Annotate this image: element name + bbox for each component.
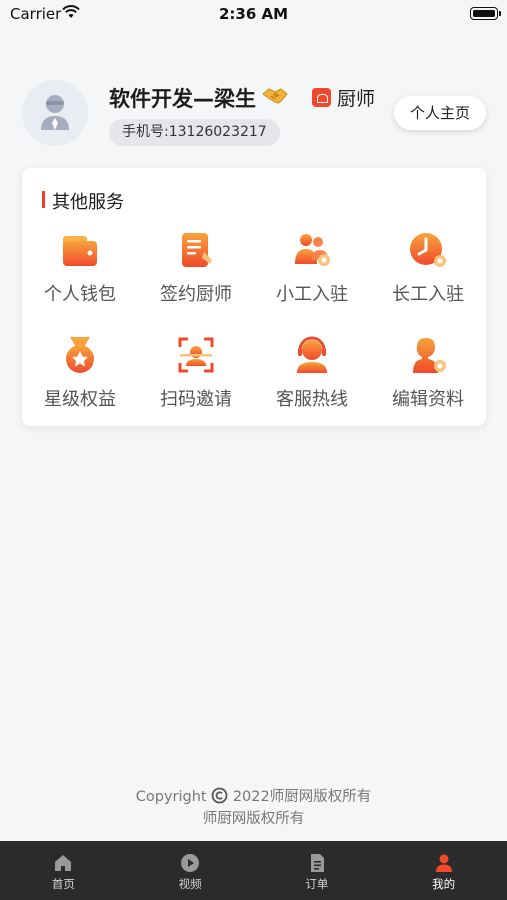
- service-label: 扫码邀请: [160, 389, 232, 410]
- service-longterm-join[interactable]: 长工入驻: [370, 230, 486, 306]
- service-label: 个人钱包: [44, 284, 116, 305]
- medal-icon: [66, 337, 94, 373]
- chef-badge-icon: [312, 88, 331, 107]
- tab-bar: 首页 视频 订单 我的: [0, 841, 507, 900]
- user-name: 软件开发—梁生: [109, 87, 256, 111]
- tab-label: 视频: [178, 877, 202, 891]
- avatar[interactable]: [22, 80, 88, 146]
- group-icon: [295, 234, 330, 266]
- clock-icon: [410, 233, 446, 267]
- service-label: 客服热线: [276, 389, 348, 410]
- default-avatar-icon: [41, 95, 69, 130]
- person-icon: [435, 854, 452, 872]
- copyright-icon: [211, 787, 228, 804]
- status-bar: Carrier 2:36 AM: [0, 0, 507, 30]
- tab-home[interactable]: 首页: [0, 841, 127, 900]
- phone-number: 手机号:13126023217: [109, 119, 280, 146]
- service-star-benefits[interactable]: 星级权益: [22, 335, 138, 411]
- copyright-text: 2022师厨网版权所有: [232, 789, 372, 805]
- tab-mine[interactable]: 我的: [380, 841, 507, 900]
- role-badge: 厨师: [312, 84, 375, 111]
- service-label: 星级权益: [44, 389, 116, 410]
- tab-orders[interactable]: 订单: [254, 841, 381, 900]
- copyright-prefix: Copyright: [135, 789, 207, 805]
- service-edit-profile[interactable]: 编辑资料: [370, 335, 486, 411]
- copyright-owner: 师厨网版权所有: [202, 811, 305, 827]
- section-title: 其他服务: [42, 188, 124, 214]
- service-helper-join[interactable]: 小工入驻: [254, 230, 370, 306]
- service-label: 签约厨师: [160, 284, 232, 305]
- service-label: 编辑资料: [392, 389, 464, 410]
- services-card: 其他服务 个人钱包 签约厨师 小工入驻 长工入驻 星级权益 扫码邀请 客服热线 …: [22, 168, 486, 426]
- home-icon: [55, 855, 72, 871]
- battery-icon: [470, 7, 501, 20]
- service-label: 长工入驻: [392, 284, 464, 305]
- personal-homepage-button[interactable]: 个人主页: [394, 96, 486, 130]
- service-sign-chef[interactable]: 签约厨师: [138, 230, 254, 306]
- contract-icon: [182, 233, 212, 267]
- copyright-line: Copyright 2022师厨网版权所有: [0, 785, 507, 806]
- role-label: 厨师: [337, 88, 376, 110]
- scan-icon: [178, 337, 214, 373]
- headset-icon: [297, 336, 327, 373]
- tab-label: 我的: [432, 877, 456, 891]
- status-time: 2:36 AM: [218, 5, 289, 23]
- wallet-icon: [63, 236, 97, 266]
- service-label: 小工入驻: [276, 284, 348, 305]
- tab-label: 首页: [51, 877, 75, 891]
- service-hotline[interactable]: 客服热线: [254, 335, 370, 411]
- play-icon: [181, 854, 200, 872]
- service-scan-invite[interactable]: 扫码邀请: [138, 335, 254, 411]
- service-wallet[interactable]: 个人钱包: [22, 230, 138, 306]
- user-settings-icon: [413, 338, 446, 373]
- handshake-icon: [262, 88, 288, 104]
- document-icon: [310, 854, 324, 872]
- tab-label: 订单: [305, 877, 329, 891]
- tab-video[interactable]: 视频: [127, 841, 254, 900]
